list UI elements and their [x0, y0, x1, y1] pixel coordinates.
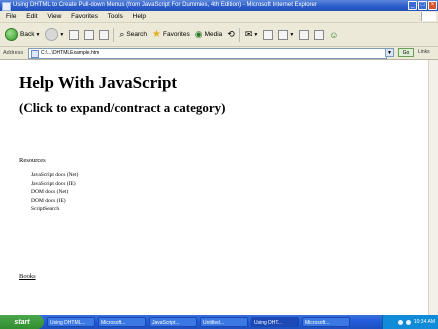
menu-bar: File Edit View Favorites Tools Help: [0, 11, 438, 23]
taskbar-button[interactable]: JavaScript...: [149, 317, 197, 327]
search-button[interactable]: ⌕ Search: [119, 29, 147, 40]
media-button[interactable]: ◉ Media: [195, 29, 223, 40]
page-heading: Help With JavaScript: [19, 73, 178, 92]
system-tray: 10:34 AM: [382, 315, 438, 329]
window-title: Using DHTML to Create Pull-down Menus (f…: [13, 2, 317, 8]
media-icon: ◉: [194, 29, 203, 39]
start-button[interactable]: start: [0, 315, 44, 329]
vertical-scrollbar[interactable]: [428, 60, 438, 315]
edit-button[interactable]: ▼: [278, 29, 295, 40]
history-icon: ⟲: [227, 29, 235, 39]
clock: 10:34 AM: [413, 319, 435, 325]
window-controls: _ □ ×: [408, 1, 437, 10]
forward-button[interactable]: ▼: [45, 28, 64, 41]
mail-icon: ✉: [244, 29, 253, 39]
menu-help[interactable]: Help: [133, 13, 146, 20]
search-icon: ⌕: [119, 29, 125, 39]
resource-link[interactable]: DOM docs (IE): [31, 197, 78, 206]
research-icon: [314, 29, 325, 40]
forward-arrow-icon: [45, 28, 59, 41]
minimize-icon[interactable]: _: [408, 1, 417, 10]
research-button[interactable]: [314, 29, 325, 40]
star-icon: ★: [152, 29, 161, 40]
menu-view[interactable]: View: [47, 13, 61, 20]
home-icon: [99, 29, 110, 40]
edit-icon: [278, 29, 289, 40]
chevron-down-icon: ▼: [289, 31, 295, 38]
favorites-button[interactable]: ★ Favorites: [152, 29, 190, 40]
page-icon: [31, 50, 39, 58]
chevron-down-icon: ▼: [253, 31, 259, 38]
taskbar-button[interactable]: Using DHT...: [251, 317, 299, 327]
stop-button[interactable]: [69, 29, 80, 40]
favorites-label: Favorites: [162, 31, 190, 38]
address-bar: Address C:\...\DHTMLExample.htm ▼ Go Lin…: [0, 47, 438, 60]
media-label: Media: [204, 31, 223, 38]
toolbar: Back ▼ ▼ ⌕ Search ★ Favorites ◉ Media ⟲ …: [0, 23, 438, 47]
windows-logo-icon: [421, 12, 436, 21]
address-label: Address: [3, 50, 24, 56]
back-arrow-icon: [5, 28, 18, 41]
title-bar: Using DHTML to Create Pull-down Menus (f…: [0, 0, 438, 11]
history-button[interactable]: ⟲: [227, 29, 235, 40]
address-input[interactable]: C:\...\DHTMLExample.htm: [28, 48, 387, 59]
taskbar-button[interactable]: Microsoft...: [302, 317, 350, 327]
taskbar: start Using DHTML... Microsoft... JavaSc…: [0, 315, 438, 329]
page-content: Help With JavaScript (Click to expand/co…: [0, 60, 438, 315]
resource-link[interactable]: ScriptSearch: [31, 205, 78, 214]
toolbar-separator: [238, 27, 240, 42]
back-button[interactable]: Back ▼: [5, 28, 40, 41]
resource-link[interactable]: JavaScript docs (IE): [31, 180, 78, 189]
menu-favorites[interactable]: Favorites: [71, 13, 98, 20]
resource-link[interactable]: DOM docs (Net): [31, 188, 78, 197]
taskbar-button[interactable]: Microsoft...: [98, 317, 146, 327]
menu-edit[interactable]: Edit: [26, 13, 37, 20]
chevron-down-icon: ▼: [35, 31, 41, 38]
close-icon[interactable]: ×: [428, 1, 437, 10]
tray-icon[interactable]: [397, 319, 403, 325]
tray-icon[interactable]: [405, 319, 411, 325]
page-subheading: (Click to expand/contract a category): [19, 100, 226, 115]
maximize-icon[interactable]: □: [418, 1, 427, 10]
taskbar-button[interactable]: Using DHTML...: [47, 317, 95, 327]
menu-tools[interactable]: Tools: [108, 13, 123, 20]
refresh-button[interactable]: [84, 29, 95, 40]
toolbar-separator: [113, 27, 115, 42]
resources-list: JavaScript docs (Net) JavaScript docs (I…: [31, 171, 78, 214]
category-books[interactable]: Books: [19, 273, 36, 280]
address-dropdown-button[interactable]: ▼: [385, 48, 394, 57]
resource-link[interactable]: JavaScript docs (Net): [31, 171, 78, 180]
taskbar-button[interactable]: Untitled...: [200, 317, 248, 327]
print-icon: [263, 29, 274, 40]
stop-icon: [69, 29, 80, 40]
links-button[interactable]: Links: [418, 48, 434, 57]
messenger-button[interactable]: ☺: [329, 30, 338, 40]
search-label: Search: [126, 31, 148, 38]
home-button[interactable]: [99, 29, 110, 40]
address-url: C:\...\DHTMLExample.htm: [41, 50, 100, 56]
refresh-icon: [84, 29, 95, 40]
ie-page-icon: [2, 2, 11, 11]
chevron-down-icon: ▼: [59, 31, 65, 38]
menu-file[interactable]: File: [6, 13, 16, 20]
mail-button[interactable]: ✉ ▼: [245, 29, 259, 40]
discuss-icon: [299, 29, 310, 40]
back-label: Back: [20, 31, 35, 38]
go-button[interactable]: Go: [398, 48, 414, 57]
print-button[interactable]: [263, 29, 274, 40]
category-resources[interactable]: Resources: [19, 157, 46, 164]
discuss-button[interactable]: [299, 29, 310, 40]
messenger-icon: ☺: [329, 29, 339, 40]
